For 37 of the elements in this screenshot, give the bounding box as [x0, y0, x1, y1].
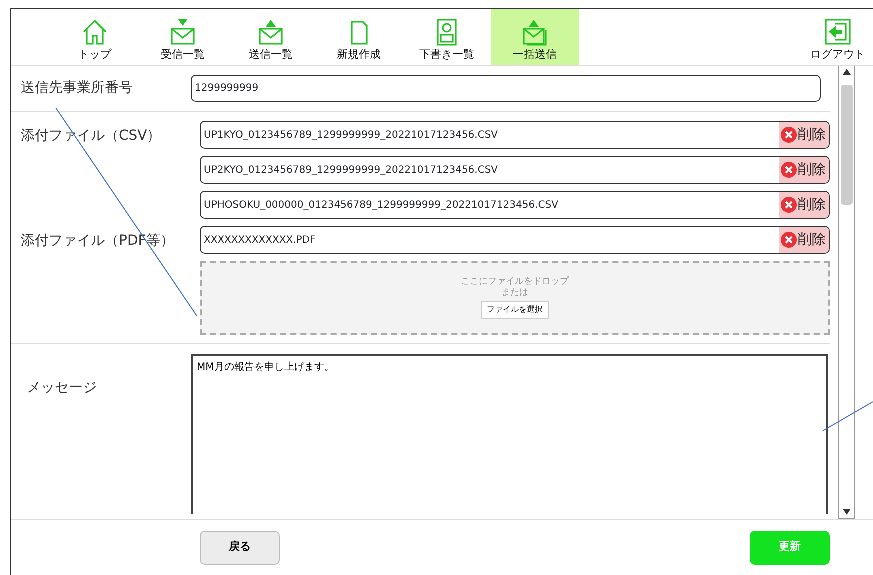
delete-button[interactable]: 削除 — [779, 157, 829, 183]
message-field[interactable]: MM月の報告を申し上げます。 — [191, 354, 828, 514]
scroll-down-icon[interactable] — [842, 509, 850, 515]
logout-icon — [823, 16, 853, 46]
back-button[interactable]: 戻る — [200, 530, 280, 564]
close-icon — [781, 162, 797, 178]
logout-button[interactable]: ログアウト — [803, 9, 873, 65]
file-name: UP1KYO_0123456789_1299999999_20221017123456.CSV — [203, 128, 498, 142]
close-icon — [781, 232, 797, 248]
drop-hint: または — [502, 288, 528, 298]
delete-button[interactable]: 削除 — [779, 192, 829, 218]
field-label: メッセージ — [26, 379, 98, 398]
nav-tab[interactable]: 下書き一覧 — [403, 9, 491, 65]
envelope-down-icon — [168, 16, 198, 46]
scroll-up-icon[interactable] — [842, 69, 850, 75]
nav-tab[interactable]: 送信一覧 — [227, 9, 315, 65]
field-label: 添付ファイル（PDF等） — [20, 232, 176, 251]
leader-line — [822, 402, 873, 432]
nav-tab[interactable]: 新規作成 — [315, 9, 403, 65]
scroll-thumb[interactable] — [840, 85, 852, 205]
nav-tab[interactable]: トップ — [51, 9, 139, 65]
delete-button[interactable]: 削除 — [779, 227, 829, 253]
field-label: 添付ファイル（CSV） — [20, 127, 162, 146]
file-name: UP2KYO_0123456789_1299999999_20221017123456.CSV — [203, 164, 498, 178]
scrollbar[interactable] — [838, 66, 855, 519]
close-icon — [781, 197, 797, 213]
choose-file-button[interactable]: ファイルを選択 — [481, 301, 549, 320]
drop-zone[interactable]: ここにファイルをドロップ または ファイルを選択 — [200, 261, 830, 335]
nav-tab[interactable]: 一括送信 — [491, 9, 579, 65]
close-icon — [781, 127, 797, 143]
file-name: UPHOSOKU_000000_0123456789_1299999999_20221017123456.CSV — [203, 198, 558, 212]
office-number-field[interactable]: 1299999999 — [191, 75, 821, 102]
delete-button[interactable]: 削除 — [779, 122, 829, 148]
nav-tab[interactable]: 受信一覧 — [139, 9, 227, 65]
drop-hint: ここにファイルをドロップ — [461, 276, 569, 288]
file-name: XXXXXXXXXXXXX.PDF — [203, 234, 316, 248]
field-label: 送信先事業所番号 — [20, 79, 134, 98]
